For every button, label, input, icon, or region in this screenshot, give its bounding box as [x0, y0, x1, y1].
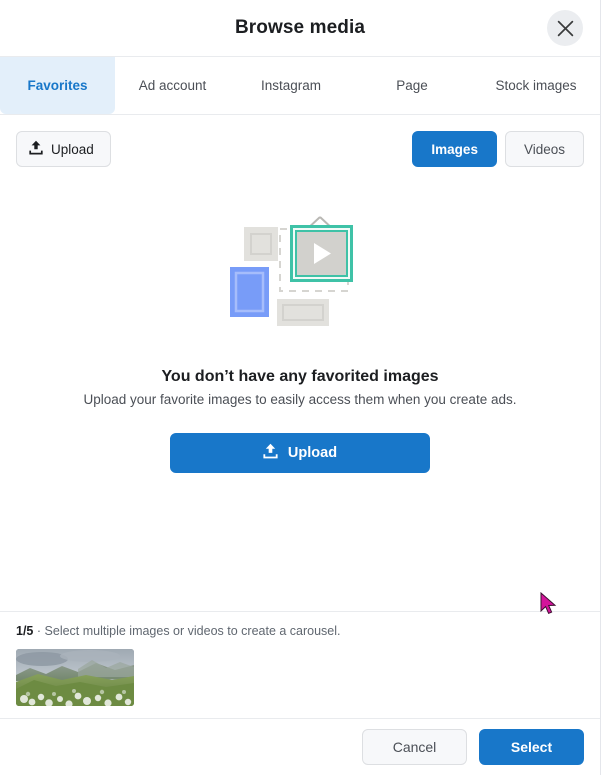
- dialog-header: Browse media: [0, 0, 600, 57]
- tab-stock-images-label: Stock images: [495, 78, 577, 93]
- browse-media-dialog: Browse media Favorites Ad account Instag…: [0, 0, 601, 775]
- videos-toggle-label: Videos: [523, 141, 565, 157]
- empty-state-subtitle: Upload your favorite images to easily ac…: [83, 392, 517, 407]
- media-type-toggle: Images Videos: [412, 131, 584, 167]
- tab-stock-images[interactable]: Stock images: [472, 57, 600, 114]
- cancel-button-label: Cancel: [392, 739, 437, 755]
- page-title: Browse media: [234, 17, 366, 38]
- select-button[interactable]: Select: [479, 729, 584, 765]
- empty-state-upload-button[interactable]: Upload: [170, 433, 430, 473]
- empty-state: You don’t have any favorited images Uplo…: [0, 183, 600, 611]
- carousel-hint: Select multiple images or videos to crea…: [44, 624, 341, 638]
- tab-page-label: Page: [396, 78, 428, 93]
- images-toggle-button[interactable]: Images: [412, 131, 497, 167]
- selected-media-thumbnail[interactable]: [16, 649, 134, 706]
- select-button-label: Select: [510, 739, 553, 755]
- carousel-count: 1/5: [16, 624, 34, 638]
- upload-button-label: Upload: [51, 141, 94, 157]
- dialog-footer: Cancel Select: [0, 718, 600, 775]
- tab-ad-account-label: Ad account: [138, 78, 207, 93]
- cancel-button[interactable]: Cancel: [362, 729, 467, 765]
- upload-icon: [263, 443, 278, 463]
- media-toolbar: Upload Images Videos: [0, 115, 600, 183]
- tab-instagram[interactable]: Instagram: [230, 57, 352, 114]
- close-icon: [557, 20, 574, 37]
- tab-favorites[interactable]: Favorites: [0, 57, 115, 114]
- empty-state-upload-label: Upload: [287, 445, 338, 461]
- upload-icon: [29, 140, 43, 158]
- media-frames-illustration: [225, 201, 375, 336]
- carousel-strip: 1/5 · Select multiple images or videos t…: [0, 611, 600, 718]
- tab-instagram-label: Instagram: [260, 78, 322, 93]
- empty-state-title: You don’t have any favorited images: [161, 368, 439, 385]
- tab-favorites-label: Favorites: [27, 78, 88, 93]
- tab-page[interactable]: Page: [352, 57, 472, 114]
- close-button[interactable]: [547, 10, 583, 46]
- images-toggle-label: Images: [431, 141, 478, 157]
- media-source-tabs: Favorites Ad account Instagram Page Stoc…: [0, 57, 600, 115]
- tab-ad-account[interactable]: Ad account: [115, 57, 230, 114]
- carousel-caption: 1/5 · Select multiple images or videos t…: [16, 624, 584, 638]
- videos-toggle-button[interactable]: Videos: [504, 131, 584, 167]
- upload-button[interactable]: Upload: [16, 131, 111, 167]
